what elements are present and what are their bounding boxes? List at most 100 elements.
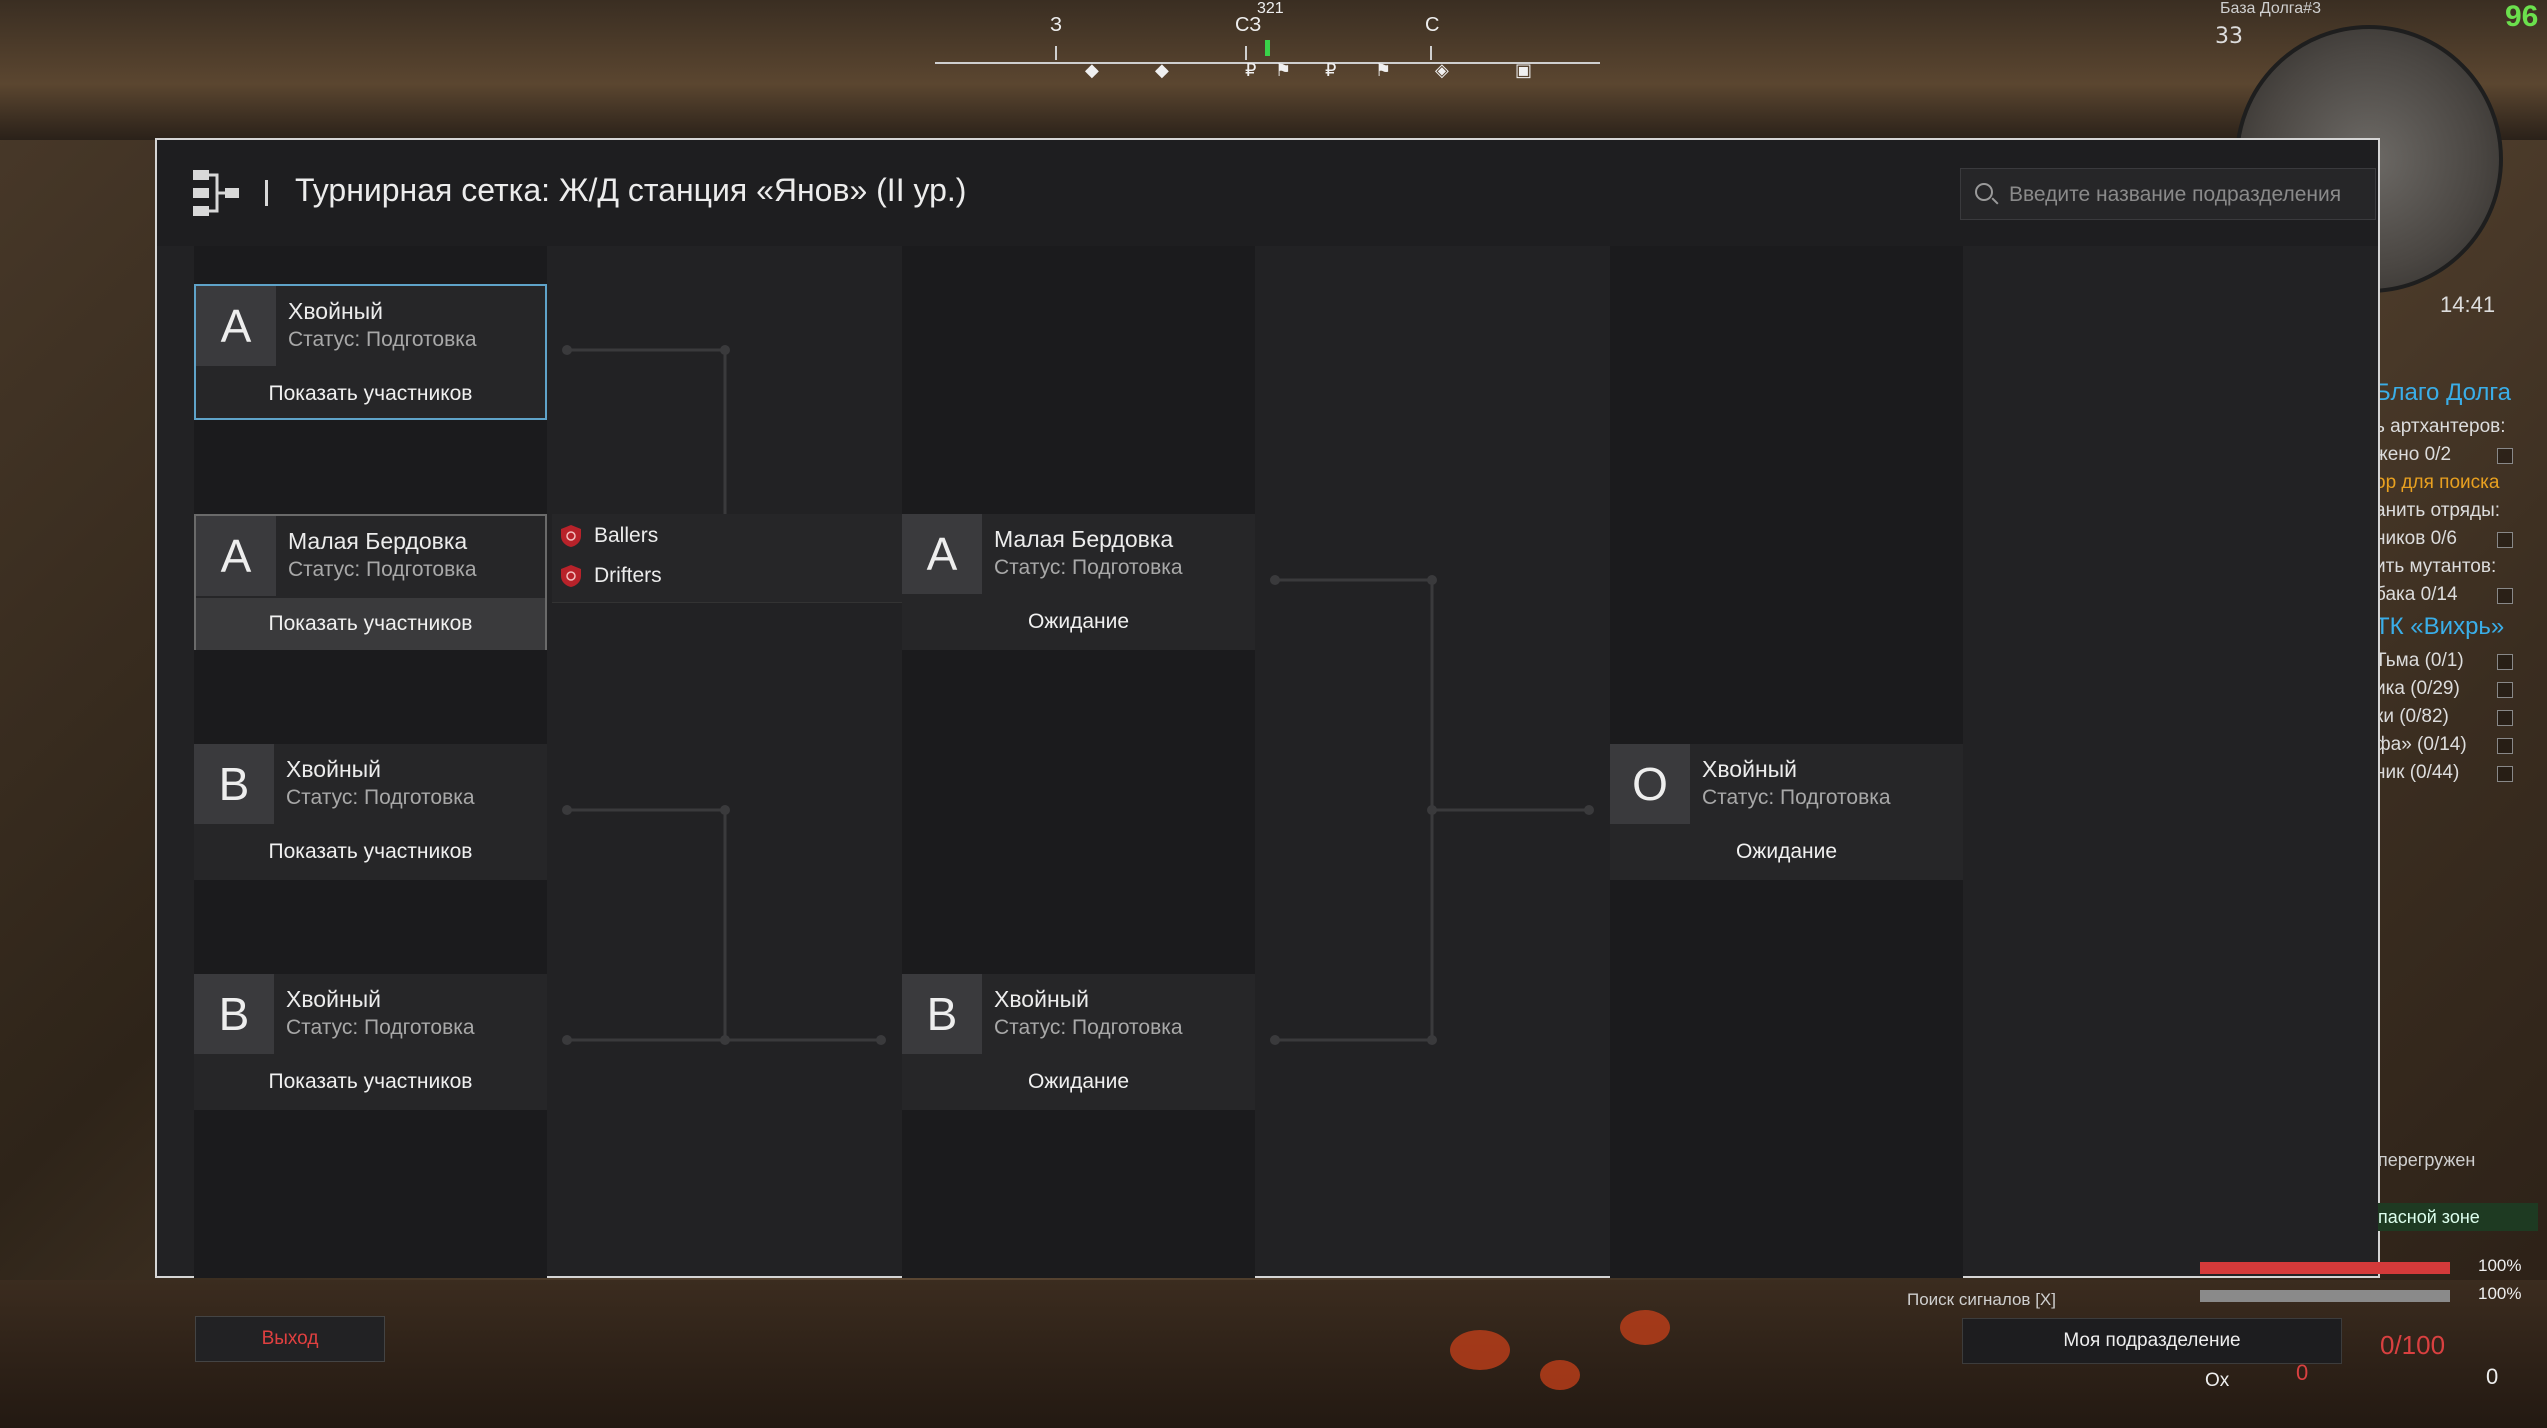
window-header: Турнирная сетка: Ж/Д станция «Янов» (II …: [157, 140, 2378, 246]
match-card[interactable]: В Хвойный Статус: Подготовка Показать уч…: [194, 744, 547, 880]
quest-objective: анить отряды:: [2375, 497, 2547, 525]
quest-objective: ика (0/29): [2375, 675, 2547, 703]
team-name: Хвойный: [1702, 756, 1798, 782]
group-letter: А: [902, 514, 982, 594]
team-name: Хвойный: [288, 298, 384, 324]
quest-objective: фа» (0/14): [2375, 731, 2547, 759]
quest-objective: ки (0/82): [2375, 703, 2547, 731]
show-participants-button[interactable]: Показать участников: [196, 598, 545, 650]
quest-objective-text: ник (0/44): [2375, 762, 2460, 783]
compass-tick: [1430, 46, 1432, 60]
ember: [1450, 1330, 1510, 1370]
health-fill: [2200, 1262, 2450, 1274]
quest-objective: ить мутантов:: [2375, 553, 2547, 581]
quest-objective-text: фа» (0/14): [2375, 734, 2467, 755]
compass-poi-icon: ⚑: [1275, 60, 1292, 81]
match-status: Статус: Подготовка: [288, 558, 477, 581]
header-separator: [265, 180, 268, 206]
final-match-card[interactable]: О Хвойный Статус: Подготовка Ожидание: [1610, 744, 1963, 880]
compass-tick: [1245, 46, 1247, 60]
group-letter: В: [194, 744, 274, 824]
objective-checkbox: [2497, 682, 2513, 698]
bracket-column: [902, 246, 1255, 1278]
map-zoom: 33: [2215, 24, 2243, 49]
compass-poi-icon: ◆: [1155, 60, 1169, 81]
search-input[interactable]: [2007, 169, 2371, 221]
compass-line: [935, 62, 1600, 64]
participant-name: Drifters: [594, 564, 662, 587]
waiting-label: Ожидание: [1735, 840, 1838, 863]
map-location: База Долга#3: [2220, 0, 2321, 17]
group-letter: В: [902, 974, 982, 1054]
fps-counter: 96: [2505, 0, 2539, 33]
participant-name: Ballers: [594, 524, 659, 547]
match-status: Статус: Подготовка: [288, 328, 477, 351]
exit-button[interactable]: Выход: [195, 1316, 385, 1362]
match-status: Статус: Подготовка: [286, 786, 475, 809]
shield-icon: [561, 525, 581, 548]
quest-objective-text: бака 0/14: [2375, 584, 2458, 605]
team-name: Хвойный: [994, 986, 1090, 1012]
participant-item[interactable]: Ballers: [560, 518, 658, 554]
waiting-label: Ожидание: [1027, 610, 1130, 633]
right-counter: 0: [2486, 1364, 2499, 1389]
compass-poi-icon: ⚑: [1375, 60, 1392, 81]
search-box[interactable]: [1960, 168, 2376, 221]
quest-objective-text: ь артхантеров:: [2375, 416, 2506, 437]
quest-objective: ников 0/6: [2375, 525, 2547, 553]
match-card[interactable]: А Хвойный Статус: Подготовка Показать уч…: [194, 284, 547, 420]
show-participants-button[interactable]: Показать участников: [194, 826, 547, 878]
objective-checkbox: [2497, 654, 2513, 670]
objective-checkbox: [2497, 448, 2513, 464]
signal-search-hint: Поиск сигналов [X]: [1907, 1290, 2056, 1309]
quest-objective-text: Тьма (0/1): [2375, 650, 2464, 671]
ox-label: Ox: [2205, 1370, 2230, 1391]
participant-item[interactable]: Drifters: [560, 558, 662, 594]
match-card[interactable]: В Хвойный Статус: Подготовка Ожидание: [902, 974, 1255, 1110]
quest-objective: ник (0/44): [2375, 759, 2547, 787]
match-card[interactable]: В Хвойный Статус: Подготовка Показать уч…: [194, 974, 547, 1110]
compass-poi-icon: ◈: [1435, 60, 1449, 81]
compass: 321 З СЗ С ◆ ◆ ₽ ⚑ ₽ ⚑ ◈ ▣: [935, 0, 1600, 90]
show-participants-button[interactable]: Показать участников: [194, 1056, 547, 1108]
stamina-bar: [2200, 1290, 2450, 1302]
tournament-bracket-window: Турнирная сетка: Ж/Д станция «Янов» (II …: [155, 138, 2380, 1278]
compass-label-w: З: [1050, 14, 1063, 36]
match-card[interactable]: А Малая Бердовка Статус: Подготовка Пока…: [194, 514, 547, 650]
match-status: Статус: Подготовка: [1702, 786, 1891, 809]
match-status: Статус: Подготовка: [286, 1016, 475, 1039]
match-card[interactable]: А Малая Бердовка Статус: Подготовка Ожид…: [902, 514, 1255, 650]
quest-objective: Тьма (0/1): [2375, 647, 2547, 675]
compass-marker: [1265, 40, 1270, 56]
danger-zone-status: пасной зоне: [2378, 1203, 2538, 1231]
objective-checkbox: [2497, 710, 2513, 726]
compass-poi-icon: ▣: [1515, 60, 1533, 81]
waiting-label: Ожидание: [1027, 1070, 1130, 1093]
stamina-fill: [2200, 1290, 2450, 1302]
page-title: Турнирная сетка: Ж/Д станция «Янов» (II …: [295, 172, 967, 208]
compass-label-nw: СЗ: [1235, 14, 1262, 36]
team-name: Хвойный: [286, 986, 382, 1012]
objective-checkbox: [2497, 738, 2513, 754]
ember: [1540, 1360, 1580, 1390]
quest-objective-text: ников 0/6: [2375, 528, 2457, 549]
health-bar: [2200, 1262, 2450, 1274]
quest-objective: ор для поиска: [2375, 469, 2547, 497]
quest-objective-text: анить отряды:: [2375, 500, 2501, 521]
ember: [1620, 1310, 1670, 1345]
compass-poi-icon: ₽: [1325, 60, 1337, 81]
compass-poi-icon: ◆: [1085, 60, 1099, 81]
team-name: Малая Бердовка: [994, 526, 1174, 552]
quest-title[interactable]: Благо Долга: [2375, 379, 2547, 407]
quest-title[interactable]: ТК «Вихрь»: [2375, 613, 2547, 641]
left-counter: 0: [2296, 1360, 2309, 1385]
team-name: Малая Бердовка: [288, 528, 468, 554]
stamina-percent: 100%: [2478, 1284, 2522, 1303]
my-group-button[interactable]: Моя подразделение: [1962, 1318, 2342, 1364]
game-clock: 14:41: [2440, 292, 2496, 317]
show-participants-button[interactable]: Показать участников: [196, 368, 545, 420]
quest-objective: ь артхантеров:: [2375, 413, 2547, 441]
group-letter: В: [194, 974, 274, 1054]
match-status: Статус: Подготовка: [994, 1016, 1183, 1039]
quest-objective-text: ика (0/29): [2375, 678, 2460, 699]
